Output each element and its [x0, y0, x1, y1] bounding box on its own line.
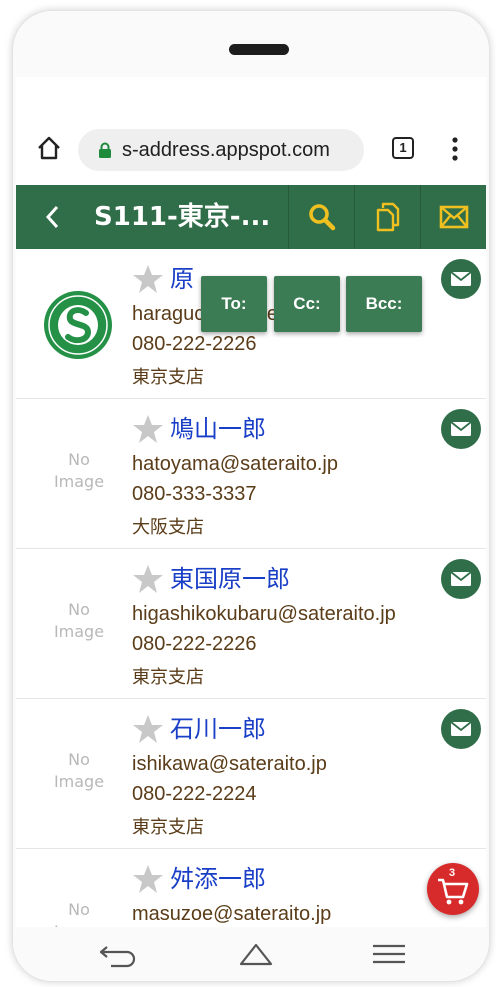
contact-branch: 東京支店 [132, 817, 204, 838]
send-mail-button[interactable] [441, 709, 481, 749]
search-icon [308, 204, 335, 231]
contact-phone[interactable]: 080-333-3337 [132, 483, 257, 506]
no-image-text: Image [53, 772, 105, 791]
envelope-icon [450, 571, 472, 586]
list-item[interactable]: No Image 東国原一郎 higashikokubaru@sateraito… [16, 549, 486, 699]
no-image-placeholder: No Image [44, 599, 114, 643]
no-image-placeholder: No Image [44, 449, 114, 493]
no-image-text: No [68, 450, 90, 469]
search-button[interactable] [288, 185, 354, 249]
nav-menu-icon[interactable] [371, 943, 407, 965]
browser-toolbar: s-address.appspot.com 1 [16, 117, 486, 183]
no-image-text: No [68, 600, 90, 619]
contact-name[interactable]: 東国原一郎 [170, 559, 290, 594]
phone-speaker [229, 44, 289, 55]
app-bar: S111-東京-... [16, 185, 486, 249]
phone-frame: s-address.appspot.com 1 S111-東京-... 原 08… [12, 10, 490, 982]
contact-phone[interactable]: 080-222-2226 [132, 333, 257, 356]
nav-back-icon[interactable] [97, 941, 141, 969]
address-bar[interactable]: s-address.appspot.com [78, 129, 364, 171]
no-image-placeholder: No Image [44, 749, 114, 793]
phone-screen: s-address.appspot.com 1 S111-東京-... 原 08… [16, 77, 486, 937]
contact-email[interactable]: masuzoe@sateraito.jp [132, 903, 331, 926]
contact-name[interactable]: 舛添一郎 [170, 859, 266, 894]
contact-phone[interactable]: 080-222-2226 [132, 633, 257, 656]
contact-name[interactable]: 鳩山一郎 [170, 409, 266, 444]
favorite-star-icon[interactable] [132, 263, 164, 295]
copy-button[interactable] [354, 185, 420, 249]
contact-branch: 大阪支店 [132, 517, 204, 538]
bcc-button[interactable]: Bcc: [346, 276, 422, 332]
send-mail-button[interactable] [441, 259, 481, 299]
no-image-text: No [68, 750, 90, 769]
envelope-icon [450, 271, 472, 286]
contact-name[interactable]: 原 [170, 259, 194, 294]
home-icon[interactable] [36, 135, 62, 161]
contact-email[interactable]: ishikawa@sateraito.jp [132, 753, 327, 776]
favorite-star-icon[interactable] [132, 563, 164, 595]
send-mail-button[interactable] [441, 409, 481, 449]
list-item[interactable]: No Image 石川一郎 ishikawa@sateraito.jp 080-… [16, 699, 486, 849]
contact-email[interactable]: higashikokubaru@sateraito.jp [132, 603, 396, 626]
lock-icon [99, 142, 111, 158]
to-button[interactable]: To: [201, 276, 267, 332]
mail-icon [439, 205, 468, 229]
send-mail-button[interactable] [441, 559, 481, 599]
nav-home-icon[interactable] [238, 941, 274, 967]
no-image-text: No [68, 900, 90, 919]
copy-icon [376, 202, 399, 232]
list-item[interactable]: No Image 鳩山一郎 hatoyama@sateraito.jp 080-… [16, 399, 486, 549]
contact-phone[interactable]: 080-222-2224 [132, 783, 257, 806]
back-button[interactable] [32, 185, 72, 249]
cart-count-badge: 3 [449, 867, 456, 879]
envelope-icon [450, 721, 472, 736]
no-image-text: Image [53, 472, 105, 491]
favorite-star-icon[interactable] [132, 713, 164, 745]
cart-button[interactable]: 3 [427, 863, 479, 915]
contact-name[interactable]: 石川一郎 [170, 709, 266, 744]
no-image-text: Image [53, 622, 105, 641]
contact-list: 原 haraguchi@sateraito.jp 080-222-2226 東京… [16, 249, 486, 937]
contact-email[interactable]: hatoyama@sateraito.jp [132, 453, 338, 476]
favorite-star-icon[interactable] [132, 413, 164, 445]
favorite-star-icon[interactable] [132, 863, 164, 895]
more-vert-icon[interactable] [452, 137, 458, 161]
envelope-icon [450, 421, 472, 436]
system-nav-bar [13, 927, 489, 981]
contact-branch: 東京支店 [132, 367, 204, 388]
page-title: S111-東京-... [94, 202, 271, 232]
phone-side-button [12, 236, 13, 391]
list-item[interactable]: No Image 舛添一郎 masuzoe@sateraito.jp [16, 849, 486, 937]
chevron-left-icon [45, 205, 59, 229]
company-logo [44, 291, 112, 359]
contact-branch: 東京支店 [132, 667, 204, 688]
cc-button[interactable]: Cc: [274, 276, 340, 332]
tab-switcher-button[interactable]: 1 [392, 137, 414, 159]
url-text: s-address.appspot.com [122, 138, 330, 161]
mail-button[interactable] [420, 185, 486, 249]
